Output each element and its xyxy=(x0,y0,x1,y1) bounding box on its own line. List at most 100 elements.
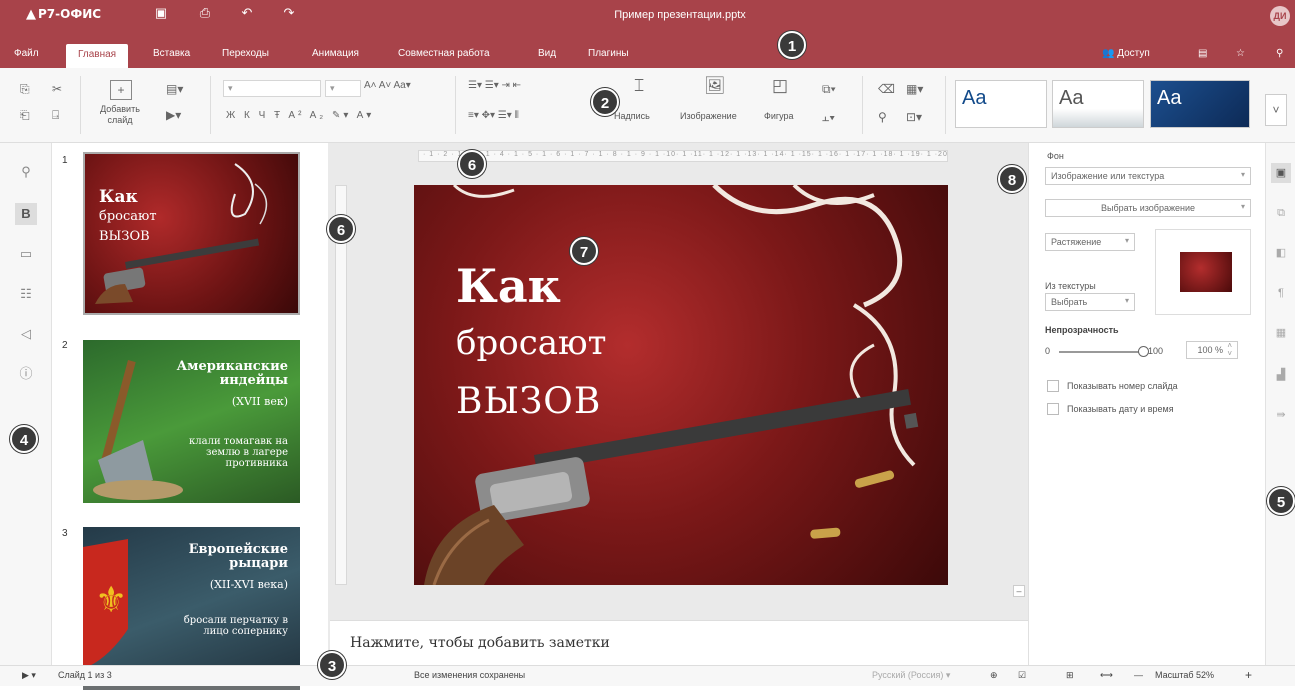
status-bar: ▶ ▾ Слайд 1 из 3 Все изменения сохранены… xyxy=(0,665,1295,686)
from-texture-label: Из текстуры xyxy=(1045,281,1096,291)
texture-select[interactable]: Выбрать ▾ xyxy=(1045,293,1135,311)
zoom-out-icon[interactable]: — xyxy=(1134,670,1143,680)
tab-home[interactable]: Главная xyxy=(66,44,129,68)
language-value: Русский (Россия) xyxy=(872,670,944,680)
shape-icon[interactable]: ◰ xyxy=(772,76,788,96)
font-size-select[interactable]: ▾ xyxy=(325,80,361,97)
about-icon[interactable]: ⓘ xyxy=(15,363,37,385)
slide-size-icon[interactable]: ⊡▾ xyxy=(906,110,922,124)
tab-plugins[interactable]: Плагины xyxy=(588,48,629,59)
font-size-tools-icon[interactable]: A˄ A˅ Aa▾ xyxy=(364,80,411,91)
tab-insert[interactable]: Вставка xyxy=(153,48,190,59)
image-settings-icon[interactable]: ◧ xyxy=(1271,243,1291,263)
slides-icon[interactable]: B xyxy=(15,203,37,225)
zoom-level[interactable]: Масштаб 52% xyxy=(1155,670,1214,680)
horizontal-ruler[interactable]: · 1 · 2 · 1 · 3 · 1 · 4 · 1 · 5 · 1 · 6 … xyxy=(418,150,948,162)
language-select[interactable]: Русский (Россия) ▾ xyxy=(872,670,950,681)
stretch-select[interactable]: Растяжение ▾ xyxy=(1045,233,1135,251)
opacity-input[interactable]: 100 % ˄ ˅ xyxy=(1186,341,1238,359)
choose-image-button[interactable]: Выбрать изображение ▾ xyxy=(1045,199,1251,217)
theme-thumbnail[interactable]: Aa xyxy=(955,80,1047,128)
fill-type-select[interactable]: Изображение или текстура ▾ xyxy=(1045,167,1251,185)
stepper-icon[interactable]: ˄ ˅ xyxy=(1227,342,1232,358)
slide-text-line[interactable]: вызов xyxy=(456,381,601,422)
current-slide[interactable]: Как бросают вызов xyxy=(414,185,948,585)
date-time-checkbox[interactable] xyxy=(1047,403,1059,415)
search-icon[interactable]: ⚲ xyxy=(15,161,37,183)
document-title: Пример презентации.pptx xyxy=(614,9,746,21)
opacity-slider-track[interactable] xyxy=(1059,351,1143,353)
clear-style-icon[interactable]: ⌫ xyxy=(878,82,895,96)
fit-slide-icon[interactable]: – xyxy=(1013,585,1025,597)
copy-icon[interactable]: ⎘ xyxy=(20,82,30,97)
shape-button[interactable]: Фигура xyxy=(764,111,794,121)
tab-view[interactable]: Вид xyxy=(538,48,556,59)
fit-width-icon[interactable]: ⟷ xyxy=(1100,670,1113,681)
favorite-star-icon[interactable]: ☆ xyxy=(1236,48,1245,59)
slide-number-checkbox[interactable] xyxy=(1047,380,1059,392)
slideshow-icon[interactable]: ▶▾ xyxy=(166,108,181,122)
slide-number: 1 xyxy=(62,155,68,166)
undo-icon[interactable]: ↶ xyxy=(236,5,258,21)
arrange-icon[interactable]: ⧉▾ xyxy=(822,82,836,97)
slide-title[interactable]: Как xyxy=(456,259,561,313)
notes-area[interactable]: Нажмите, чтобы добавить заметки xyxy=(330,620,1028,665)
add-slide-button[interactable]: Добавить слайд xyxy=(92,104,148,126)
list-icons[interactable]: ☰▾ ☰▾ ⇥ ⇤ xyxy=(468,80,521,91)
spellcheck-icon[interactable]: ☑ xyxy=(1018,670,1026,681)
tab-animation[interactable]: Анимация xyxy=(312,48,359,59)
user-avatar[interactable]: ДИ xyxy=(1270,6,1290,26)
vertical-ruler[interactable] xyxy=(335,185,347,585)
shape-settings-icon[interactable]: ⧉ xyxy=(1271,203,1291,223)
paragraph-align-icons[interactable]: ≡▾ ✥▾ ☰▾ ⫴ xyxy=(468,110,519,121)
copy-style-icon[interactable]: ⚲ xyxy=(878,110,887,124)
slide-thumbnail-2[interactable]: Американские индейцы (XVII век) клали то… xyxy=(83,340,300,503)
left-sidebar: ⚲ B ▭ ☷ ◁ ⓘ xyxy=(0,143,52,665)
open-location-icon[interactable]: ▤ xyxy=(1198,48,1207,59)
signature-settings-icon[interactable]: ⇛ xyxy=(1271,405,1291,425)
search-header-icon[interactable]: ⚲ xyxy=(1276,48,1283,59)
zoom-in-icon[interactable]: + xyxy=(1245,668,1252,682)
fit-page-icon[interactable]: ⊞ xyxy=(1066,670,1074,681)
save-status: Все изменения сохранены xyxy=(414,670,526,680)
slideshow-start-icon[interactable]: ▶ ▾ xyxy=(22,670,36,681)
notes-placeholder[interactable]: Нажмите, чтобы добавить заметки xyxy=(350,635,610,651)
slide-thumbnail-1[interactable]: Как бросают вызов xyxy=(83,152,300,315)
theme-thumbnail[interactable]: Aa xyxy=(1150,80,1250,128)
table-settings-icon[interactable]: ▦ xyxy=(1271,323,1291,343)
right-sidebar: ▣ ⧉ ◧ ¶ ▦ ▟ ⇛ xyxy=(1265,143,1295,665)
tab-transitions[interactable]: Переходы xyxy=(222,48,269,59)
paragraph-settings-icon[interactable]: ¶ xyxy=(1271,283,1291,303)
add-slide-icon[interactable]: + xyxy=(110,80,132,100)
tab-collaboration[interactable]: Совместная работа xyxy=(398,48,490,59)
redo-icon[interactable]: ↷ xyxy=(278,5,300,21)
paste-icon[interactable]: ⎗ xyxy=(20,108,30,123)
tab-file[interactable]: Файл xyxy=(14,48,39,59)
text-box-icon[interactable]: ⌶ xyxy=(634,76,644,96)
color-scheme-icon[interactable]: ▦▾ xyxy=(906,82,923,96)
format-painter-icon[interactable]: ⍈ xyxy=(52,108,59,123)
cut-icon[interactable]: ✂ xyxy=(52,82,62,96)
feedback-icon[interactable]: ◁ xyxy=(15,323,37,345)
theme-thumbnail[interactable]: Aa xyxy=(1052,80,1144,128)
text-format-icons[interactable]: Ж К Ч Ŧ A² A₂ ✎▾ A▾ xyxy=(226,110,374,121)
align-objects-icon[interactable]: ⫠▾ xyxy=(822,110,835,125)
print-icon[interactable]: ⎙ xyxy=(194,5,216,21)
layout-icon[interactable]: ▤▾ xyxy=(166,82,183,96)
slide-counter[interactable]: Слайд 1 из 3 xyxy=(58,670,112,680)
image-icon[interactable]: 🖼 xyxy=(704,76,726,96)
text-box-button[interactable]: Надпись xyxy=(614,111,650,121)
slide-settings-icon[interactable]: ▣ xyxy=(1271,163,1291,183)
save-icon[interactable]: ▣ xyxy=(150,5,172,21)
slide-text-line[interactable]: бросают xyxy=(456,323,606,363)
chevron-down-icon: ▾ xyxy=(1124,296,1129,305)
chart-settings-icon[interactable]: ▟ xyxy=(1271,365,1291,385)
chat-icon[interactable]: ☷ xyxy=(15,283,37,305)
globe-icon[interactable]: ⊕ xyxy=(990,670,998,681)
font-name-select[interactable]: ▾ xyxy=(223,80,321,97)
toolbar-divider xyxy=(862,76,863,134)
comments-icon[interactable]: ▭ xyxy=(15,243,37,265)
access-button[interactable]: 👥 Доступ xyxy=(1102,48,1150,59)
image-button[interactable]: Изображение xyxy=(680,111,737,121)
themes-expand-icon[interactable]: ˅ xyxy=(1265,94,1287,126)
